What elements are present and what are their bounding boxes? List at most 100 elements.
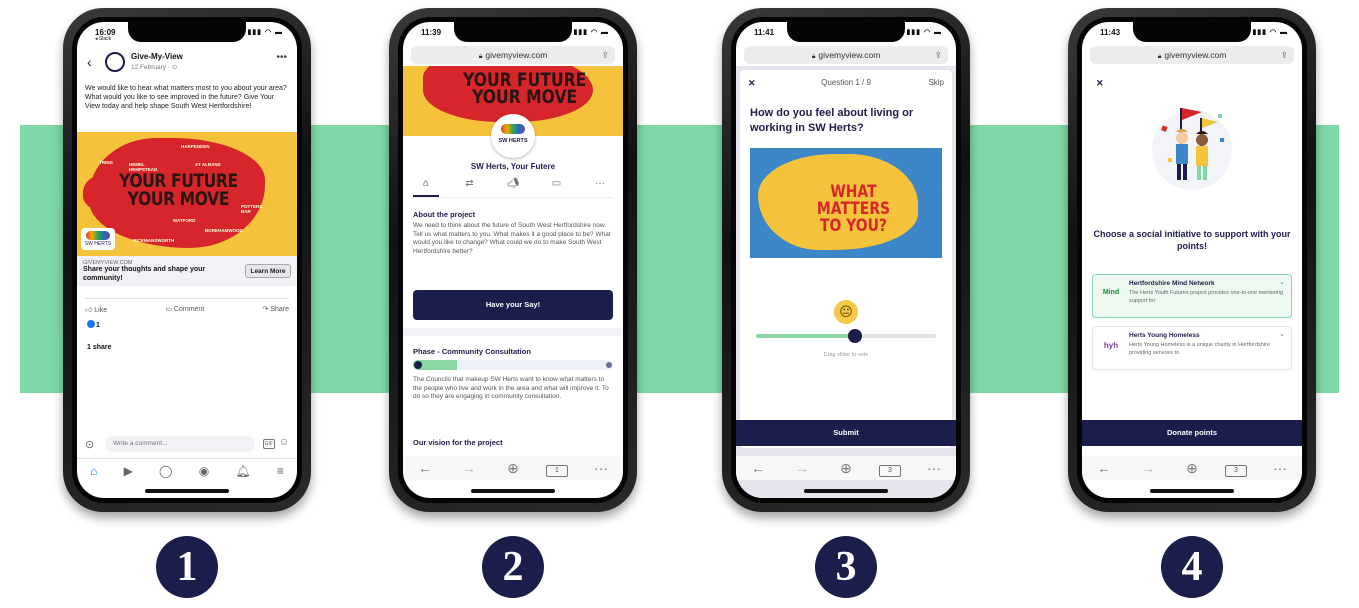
back-arrow-icon[interactable]: ← [747,460,769,476]
forward-arrow-icon[interactable]: → [458,460,480,476]
town-label: RICKMANSWORTH [133,238,175,243]
hyh-logo: hyh [1103,341,1119,350]
town-label: BOREHAMWOOD [205,228,243,233]
post-text: We would like to hear what matters most … [85,85,287,110]
url-text: givemyview.com [1164,50,1227,60]
tab-timeline-icon[interactable]: ⇄ [457,178,483,197]
skip-button[interactable]: Skip [928,78,944,87]
tabs-button[interactable]: 1 [546,459,568,477]
more-menu-icon[interactable]: ··· [923,460,945,476]
new-tab-plus-icon[interactable]: ⊕ [1181,460,1203,477]
post-image[interactable]: TRING HEMEL HEMPSTEAD HARPENDEN ST ALBAN… [77,132,297,256]
share-count[interactable]: 1 share [87,344,112,351]
menu-icon[interactable]: ≡ [277,464,284,478]
comment-input[interactable]: Write a comment... [105,436,255,452]
tab-chat-icon[interactable]: ▭ [544,178,570,197]
like-reaction-icon [87,320,95,328]
donate-points-button[interactable]: Donate points [1082,420,1302,446]
more-options-icon[interactable]: ••• [276,52,287,63]
more-menu-icon[interactable]: ··· [1269,460,1291,476]
home-indicator [145,489,229,493]
tab-announce-icon[interactable]: 📣︎ [500,178,526,197]
share-icon[interactable]: ⇪ [1280,46,1288,64]
initiative-description: The Herts Youth Futures project provides… [1129,290,1284,304]
image-slogan: YOUR FUTURE YOUR MOVE [119,170,238,210]
slider-fill [756,334,855,338]
back-arrow-icon[interactable]: ‹ [87,54,92,70]
step-number-4: 4 [1161,536,1223,598]
step-number-2: 2 [482,536,544,598]
tabs-button[interactable]: 3 [879,459,901,477]
like-button[interactable]: 👍︎ Like [85,305,107,314]
initiative-title: Hertfordshire Mind Network [1129,280,1215,287]
back-arrow-icon[interactable]: ← [1093,460,1115,476]
lock-icon: 🔒︎ [1157,53,1162,60]
new-tab-plus-icon[interactable]: ⊕ [835,460,857,477]
post-header: ‹ Give-My-View 12 February · ⊙ ••• [85,48,289,78]
more-menu-icon[interactable]: ··· [590,460,612,476]
initiative-card[interactable]: Mind Hertfordshire Mind Network The Hert… [1092,274,1292,318]
have-your-say-button[interactable]: Have your Say! [413,290,613,320]
page-avatar[interactable] [105,52,125,72]
reaction-count[interactable]: 1 [87,320,100,329]
lock-icon: 🔒︎ [478,53,483,60]
question-screen: 11:41 ▮▮▮ ◠ ▬ 🔒︎ givemyview.com ⇪ ✕ Questi… [736,22,956,498]
share-button[interactable]: ↷ Share [262,305,289,314]
slider-handle[interactable] [848,329,862,343]
forward-arrow-icon[interactable]: → [1137,460,1159,476]
question-card: ✕ Question 1 / 9 Skip How do you feel ab… [740,70,952,448]
emoji-icon[interactable]: ☺ [279,437,289,448]
progress-end-dot [606,362,612,368]
sentiment-slider[interactable] [756,329,936,343]
back-arrow-icon[interactable]: ← [414,460,436,476]
comment-button[interactable]: ▭ Comment [165,305,204,314]
back-to-app[interactable]: ◂ Slack [95,36,111,42]
url-bar[interactable]: 🔒︎ givemyview.com ⇪ [411,46,615,64]
facebook-tab-bar: ⌂ ▶ ◯ ◉ 🔔︎ ≡ [77,458,297,482]
tab-more-icon[interactable]: ··· [587,178,613,197]
town-label: TRING [99,160,113,165]
link-preview[interactable]: GIVEMYVIEW.COM Share your thoughts and s… [77,256,297,286]
groups-icon[interactable]: ◉ [199,464,209,478]
comment-bar: ⊙ Write a comment... GIF ☺ [85,436,289,454]
step-number-3: 3 [815,536,877,598]
chevron-down-icon[interactable]: ⌄ [1279,278,1285,286]
url-bar[interactable]: 🔒︎ givemyview.com ⇪ [744,46,948,64]
submit-button[interactable]: Submit [736,420,956,446]
mind-logo: Mind [1102,289,1120,296]
page-name[interactable]: Give-My-View [131,52,183,61]
share-icon[interactable]: ⇪ [601,46,609,64]
phone-1: 16:09 ◂ Slack ▮▮▮ ◠ ▬ ‹ Give-My-View 12 … [63,8,311,512]
town-label: WATFORD [173,218,196,223]
learn-more-button[interactable]: Learn More [245,264,291,278]
watch-icon[interactable]: ▶ [124,464,133,478]
donate-screen: 11:43 ▮▮▮ ◠ ▬ 🔒︎ givemyview.com ⇪ ✕ Choo… [1082,22,1302,498]
image-text: WHAT MATTERS TO YOU? [816,182,891,236]
home-indicator [804,489,888,493]
tab-home-icon[interactable]: ⌂ [413,178,439,197]
url-bar[interactable]: 🔒︎ givemyview.com ⇪ [1090,46,1294,64]
gif-button[interactable]: GIF [262,439,275,449]
status-time: 11:41 [754,28,775,37]
home-icon[interactable]: ⌂ [90,464,97,478]
share-arrow-icon: ↷ [262,306,269,313]
phone-notch [454,22,572,42]
new-tab-plus-icon[interactable]: ⊕ [502,460,524,477]
initiative-card[interactable]: hyh Herts Young Homeless Herts Young Hom… [1092,326,1292,370]
sw-herts-logo: SW HERTS [491,114,535,158]
browser-toolbar: ← → ⊕ 1 ··· [403,456,623,480]
tabs-button[interactable]: 3 [1225,459,1247,477]
forward-arrow-icon[interactable]: → [791,460,813,476]
camera-icon[interactable]: ⊙ [85,438,94,451]
phone-notch [128,22,246,42]
project-title: SW Herts, Your Futere [470,162,556,171]
neutral-face-icon: 😐︎ [834,300,858,324]
share-icon[interactable]: ⇪ [934,46,942,64]
question-text: How do you feel about living or working … [750,107,914,134]
notifications-bell-icon[interactable]: 🔔︎ [235,464,250,478]
initiative-description: Herts Young Homeless is a unique charity… [1129,342,1270,356]
signal-wifi-battery-icon: ▮▮▮ ◠ ▬ [573,29,609,36]
profile-icon[interactable]: ◯ [159,464,172,478]
close-icon[interactable]: ✕ [1096,78,1104,89]
chevron-down-icon[interactable]: ⌄ [1279,330,1285,338]
